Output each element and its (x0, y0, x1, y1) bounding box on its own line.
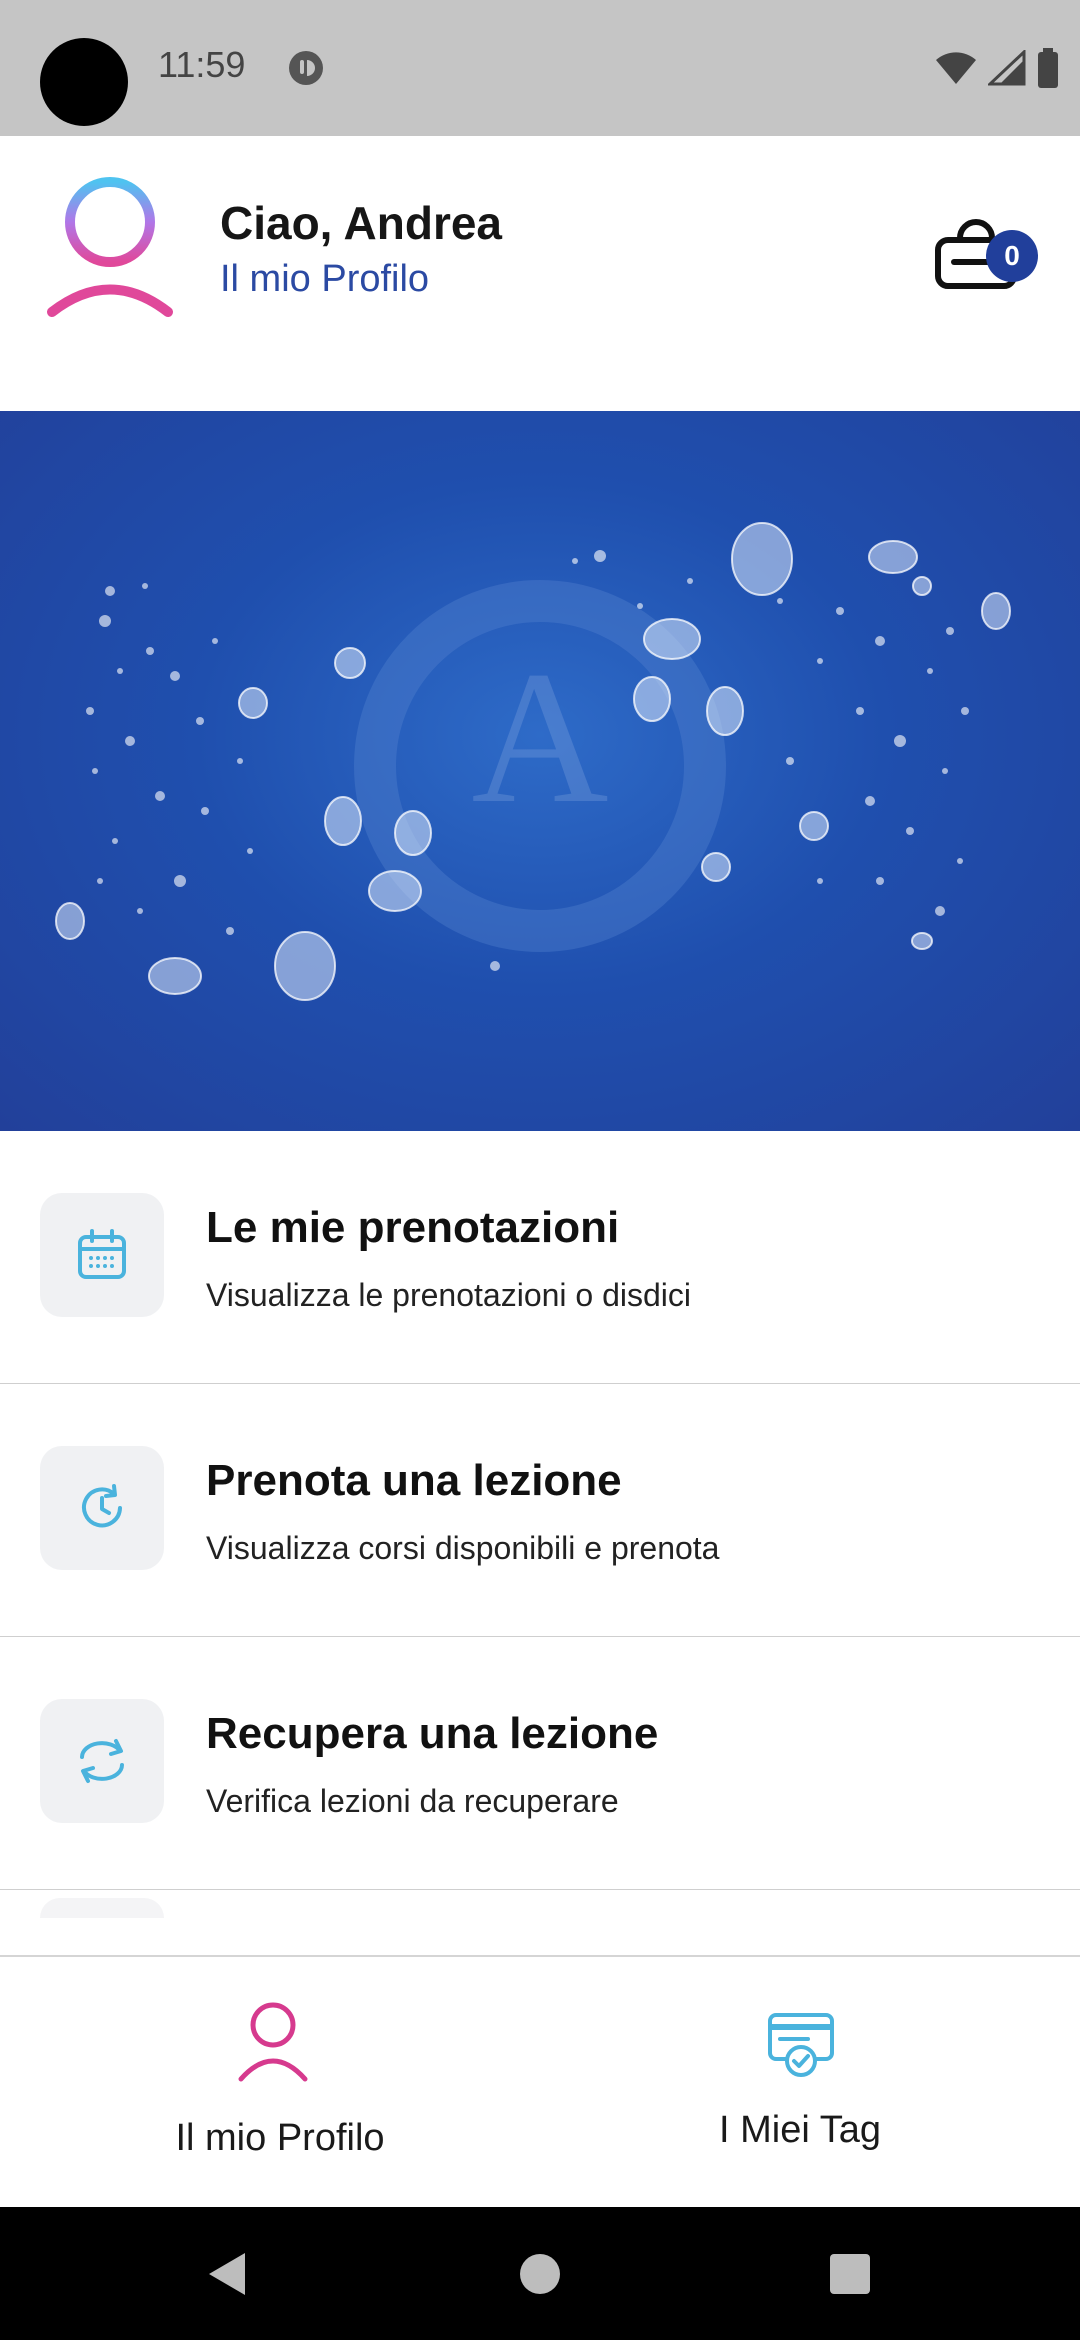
hero-banner: A (0, 411, 1080, 1131)
avatar-icon[interactable] (40, 172, 180, 322)
menu-icon-box (40, 1898, 164, 1918)
signal-icon (988, 50, 1026, 86)
sync-icon (80, 1739, 124, 1783)
menu-icon-box (40, 1699, 164, 1823)
water-drops-illustration: A (55, 522, 1011, 1001)
wifi-icon (936, 52, 976, 84)
greeting-text: Ciao, Andrea (220, 197, 503, 249)
menu-title: Recupera una lezione (206, 1709, 659, 1758)
profile-link[interactable]: Il mio Profilo (220, 258, 429, 301)
banner-logo-letter: A (471, 633, 608, 843)
tag-card-icon (768, 2013, 834, 2077)
status-bar: 11:59 (0, 0, 1080, 136)
tab-label: Il mio Profilo (175, 2117, 385, 2159)
menu-subtitle: Verifica lezioni da recuperare (206, 1783, 619, 1819)
notification-icon (289, 51, 323, 85)
home-button[interactable] (519, 2253, 561, 2295)
menu-subtitle: Visualizza corsi disponibili e prenota (206, 1530, 720, 1566)
menu-item-book-lesson[interactable]: Prenota una lezione Visualizza corsi dis… (0, 1384, 1080, 1638)
cart-count-badge: 0 (986, 230, 1038, 282)
bottom-navigation: Il mio Profilo I Miei Tag (0, 1955, 1080, 2209)
tab-my-tags[interactable]: I Miei Tag (540, 1957, 1080, 2209)
menu-item-partial[interactable] (0, 1890, 1080, 1950)
menu-icon-box (40, 1193, 164, 1317)
menu-title: Prenota una lezione (206, 1456, 622, 1505)
status-time: 11:59 (158, 44, 246, 85)
menu-item-my-bookings[interactable]: Le mie prenotazioni Visualizza le prenot… (0, 1131, 1080, 1385)
tab-my-profile[interactable]: Il mio Profilo (0, 1957, 540, 2209)
battery-icon (1038, 48, 1058, 88)
clock-refresh-icon (82, 1484, 122, 1528)
calendar-icon (78, 1229, 126, 1279)
menu-title: Le mie prenotazioni (206, 1203, 620, 1252)
system-navigation-bar (0, 2207, 1080, 2340)
status-icons (934, 48, 1060, 88)
person-icon (238, 2002, 308, 2082)
menu-subtitle: Visualizza le prenotazioni o disdici (206, 1277, 692, 1313)
recents-button[interactable] (829, 2253, 871, 2295)
tab-label: I Miei Tag (719, 2109, 881, 2151)
menu-icon-box (40, 1446, 164, 1570)
camera-cutout (40, 38, 128, 126)
back-button[interactable] (205, 2251, 249, 2297)
menu-item-recover-lesson[interactable]: Recupera una lezione Verifica lezioni da… (0, 1637, 1080, 1891)
